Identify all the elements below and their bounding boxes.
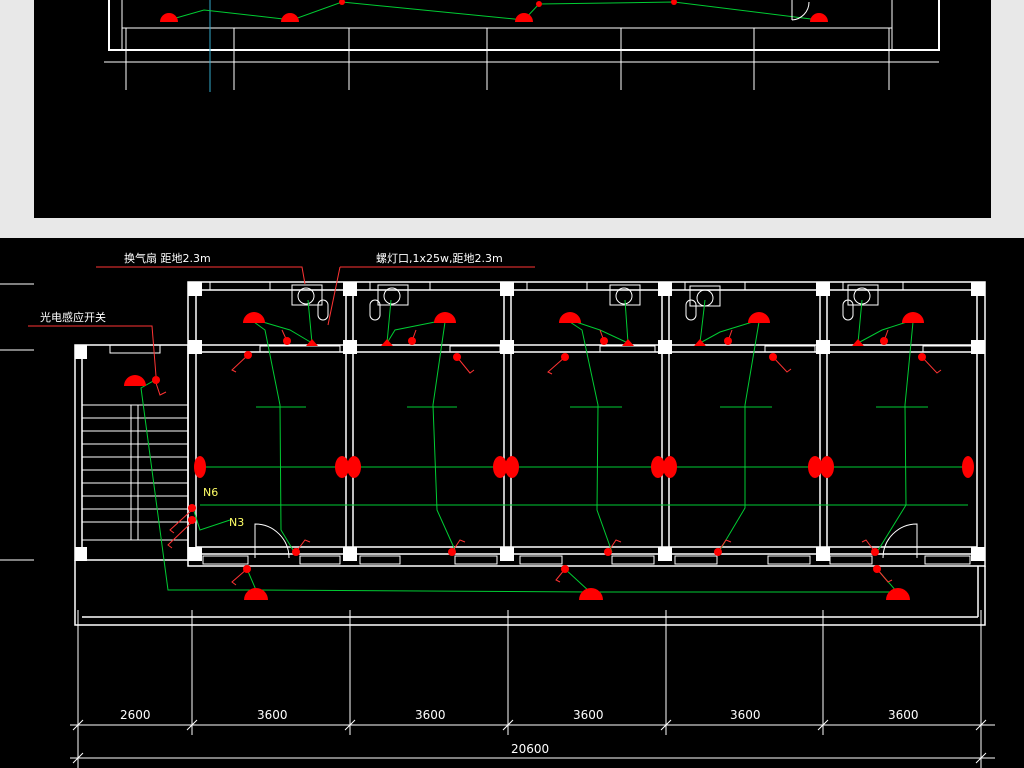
switch-icon bbox=[600, 337, 608, 345]
wall-lamp-icon bbox=[493, 456, 507, 478]
wall-lamp-icon bbox=[194, 456, 206, 478]
wall-lamp-icon bbox=[663, 456, 677, 478]
switch-icon bbox=[880, 337, 888, 345]
staircase bbox=[81, 404, 189, 541]
dimension-segment-3: 3600 bbox=[415, 708, 446, 722]
wall-lamp-icon bbox=[820, 456, 834, 478]
upper-ceiling-lamp-icon bbox=[281, 13, 299, 22]
switch-icon bbox=[561, 353, 569, 361]
switch-icon bbox=[873, 565, 881, 573]
floor-plan-svg: 换气扇 距地2.3m 螺灯口,1x25w,距地2.3m 光电感应开关 N6 N3… bbox=[0, 251, 995, 768]
node-label-n6: N6 bbox=[203, 486, 218, 499]
upper-floor-svg bbox=[104, 0, 940, 92]
switch-icon bbox=[188, 504, 196, 512]
ceiling-lamp-icon bbox=[434, 312, 456, 323]
switch-icon bbox=[188, 516, 196, 524]
wall-lamp-icon bbox=[962, 456, 974, 478]
wall-lamp-icon bbox=[651, 456, 665, 478]
switch-icon bbox=[243, 565, 251, 573]
switch-icon bbox=[769, 353, 777, 361]
upper-ceiling-lamp-icon bbox=[515, 13, 533, 22]
switch-icon bbox=[918, 353, 926, 361]
node-label-n3: N3 bbox=[229, 516, 244, 529]
switch-icon bbox=[604, 548, 612, 556]
exhaust-fan-icon bbox=[852, 339, 864, 346]
upper-floor-plan-fragment bbox=[34, 0, 991, 218]
switch-icon bbox=[292, 548, 300, 556]
dimension-total: 20600 bbox=[511, 742, 549, 756]
exhaust-fan-label: 换气扇 距地2.3m bbox=[124, 251, 211, 265]
lighting-fixtures bbox=[124, 312, 974, 600]
wall-lamp-icon bbox=[505, 456, 519, 478]
floor-plan-lighting-layout: 换气扇 距地2.3m 螺灯口,1x25w,距地2.3m 光电感应开关 N6 N3… bbox=[0, 238, 1024, 768]
structural-columns bbox=[75, 282, 985, 561]
exhaust-fan-icon bbox=[694, 339, 706, 346]
lamp-holder-label: 螺灯口,1x25w,距地2.3m bbox=[376, 252, 503, 265]
upper-ceiling-lamp-icon bbox=[810, 13, 828, 22]
switch-icon bbox=[714, 548, 722, 556]
building-walls bbox=[74, 281, 986, 626]
switch-icon bbox=[453, 353, 461, 361]
dimension-segment-1: 2600 bbox=[120, 708, 151, 722]
ceiling-lamp-icon bbox=[886, 588, 910, 600]
upper-switch-icon bbox=[339, 0, 345, 5]
wiring-circuits bbox=[140, 299, 968, 593]
upper-switch-icon bbox=[671, 0, 677, 5]
wall-lamp-icon bbox=[347, 456, 361, 478]
sensor-switch-label: 光电感应开关 bbox=[40, 310, 106, 324]
dimension-segment-4: 3600 bbox=[573, 708, 604, 722]
switch-icon bbox=[561, 565, 569, 573]
ceiling-lamp-icon bbox=[559, 312, 581, 323]
switch-icon bbox=[871, 548, 879, 556]
wall-lamp-icon bbox=[808, 456, 822, 478]
exhaust-fan-icon bbox=[381, 339, 393, 346]
ceiling-lamp-icon bbox=[243, 312, 265, 323]
upper-ceiling-lamp-icon bbox=[160, 13, 178, 22]
switch-icon bbox=[724, 337, 732, 345]
dimension-segment-2: 3600 bbox=[257, 708, 288, 722]
dimension-segment-6: 3600 bbox=[888, 708, 919, 722]
ceiling-lamp-icon bbox=[124, 375, 146, 386]
switch-icon bbox=[448, 548, 456, 556]
ceiling-lamp-icon bbox=[579, 588, 603, 600]
switch-icon bbox=[283, 337, 291, 345]
ceiling-lamp-icon bbox=[902, 312, 924, 323]
switch-icon bbox=[244, 351, 252, 359]
ceiling-lamp-icon bbox=[748, 312, 770, 323]
sensor-switch-icon bbox=[152, 376, 160, 384]
switch-icon bbox=[408, 337, 416, 345]
wall-lamp-icon bbox=[335, 456, 349, 478]
dimension-segment-5: 3600 bbox=[730, 708, 761, 722]
exhaust-fan-icon bbox=[622, 339, 634, 346]
upper-wiring bbox=[168, 1, 820, 21]
upper-switch-icon bbox=[536, 1, 542, 7]
